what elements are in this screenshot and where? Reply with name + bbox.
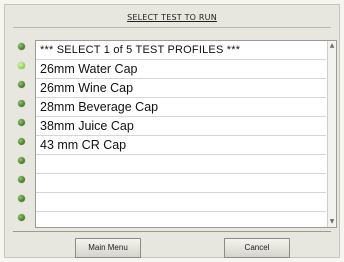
cancel-button[interactable]: Cancel bbox=[224, 238, 290, 258]
list-item[interactable] bbox=[36, 212, 326, 227]
list-item[interactable]: 26mm Water Cap bbox=[36, 60, 326, 79]
list-item[interactable]: 38mm Juice Cap bbox=[36, 117, 326, 136]
list-item[interactable] bbox=[36, 174, 326, 193]
list-item[interactable]: 28mm Beverage Cap bbox=[36, 98, 326, 117]
list-item[interactable]: 43 mm CR Cap bbox=[36, 136, 326, 155]
title-divider bbox=[13, 27, 331, 28]
list-item[interactable] bbox=[36, 155, 326, 174]
list-item[interactable]: 26mm Wine Cap bbox=[36, 79, 326, 98]
indicator-led-icon bbox=[18, 43, 25, 50]
scroll-down-icon[interactable]: ▼ bbox=[328, 218, 336, 226]
indicator-led-icon bbox=[18, 214, 25, 221]
main-menu-button[interactable]: Main Menu bbox=[75, 238, 141, 258]
indicator-led-icon bbox=[18, 176, 25, 183]
footer-divider bbox=[13, 231, 331, 232]
test-profile-list[interactable]: *** SELECT 1 of 5 TEST PROFILES *** 26mm… bbox=[35, 40, 337, 228]
indicator-led-icon bbox=[18, 157, 25, 164]
indicator-led-icon bbox=[18, 195, 25, 202]
indicator-led-icon bbox=[18, 100, 25, 107]
scroll-up-icon[interactable]: ▲ bbox=[328, 42, 336, 50]
indicator-led-icon bbox=[18, 138, 25, 145]
indicator-led-icon bbox=[18, 62, 25, 69]
list-header-row: *** SELECT 1 of 5 TEST PROFILES *** bbox=[36, 41, 326, 60]
indicator-led-icon bbox=[18, 119, 25, 126]
list-scrollbar[interactable]: ▲ ▼ bbox=[327, 41, 336, 227]
list-item[interactable] bbox=[36, 193, 326, 212]
indicator-led-icon bbox=[18, 81, 25, 88]
screen-title: SELECT TEST TO RUN bbox=[127, 13, 217, 22]
test-selection-panel: SELECT TEST TO RUN *** SELECT 1 of 5 TES… bbox=[4, 4, 340, 258]
